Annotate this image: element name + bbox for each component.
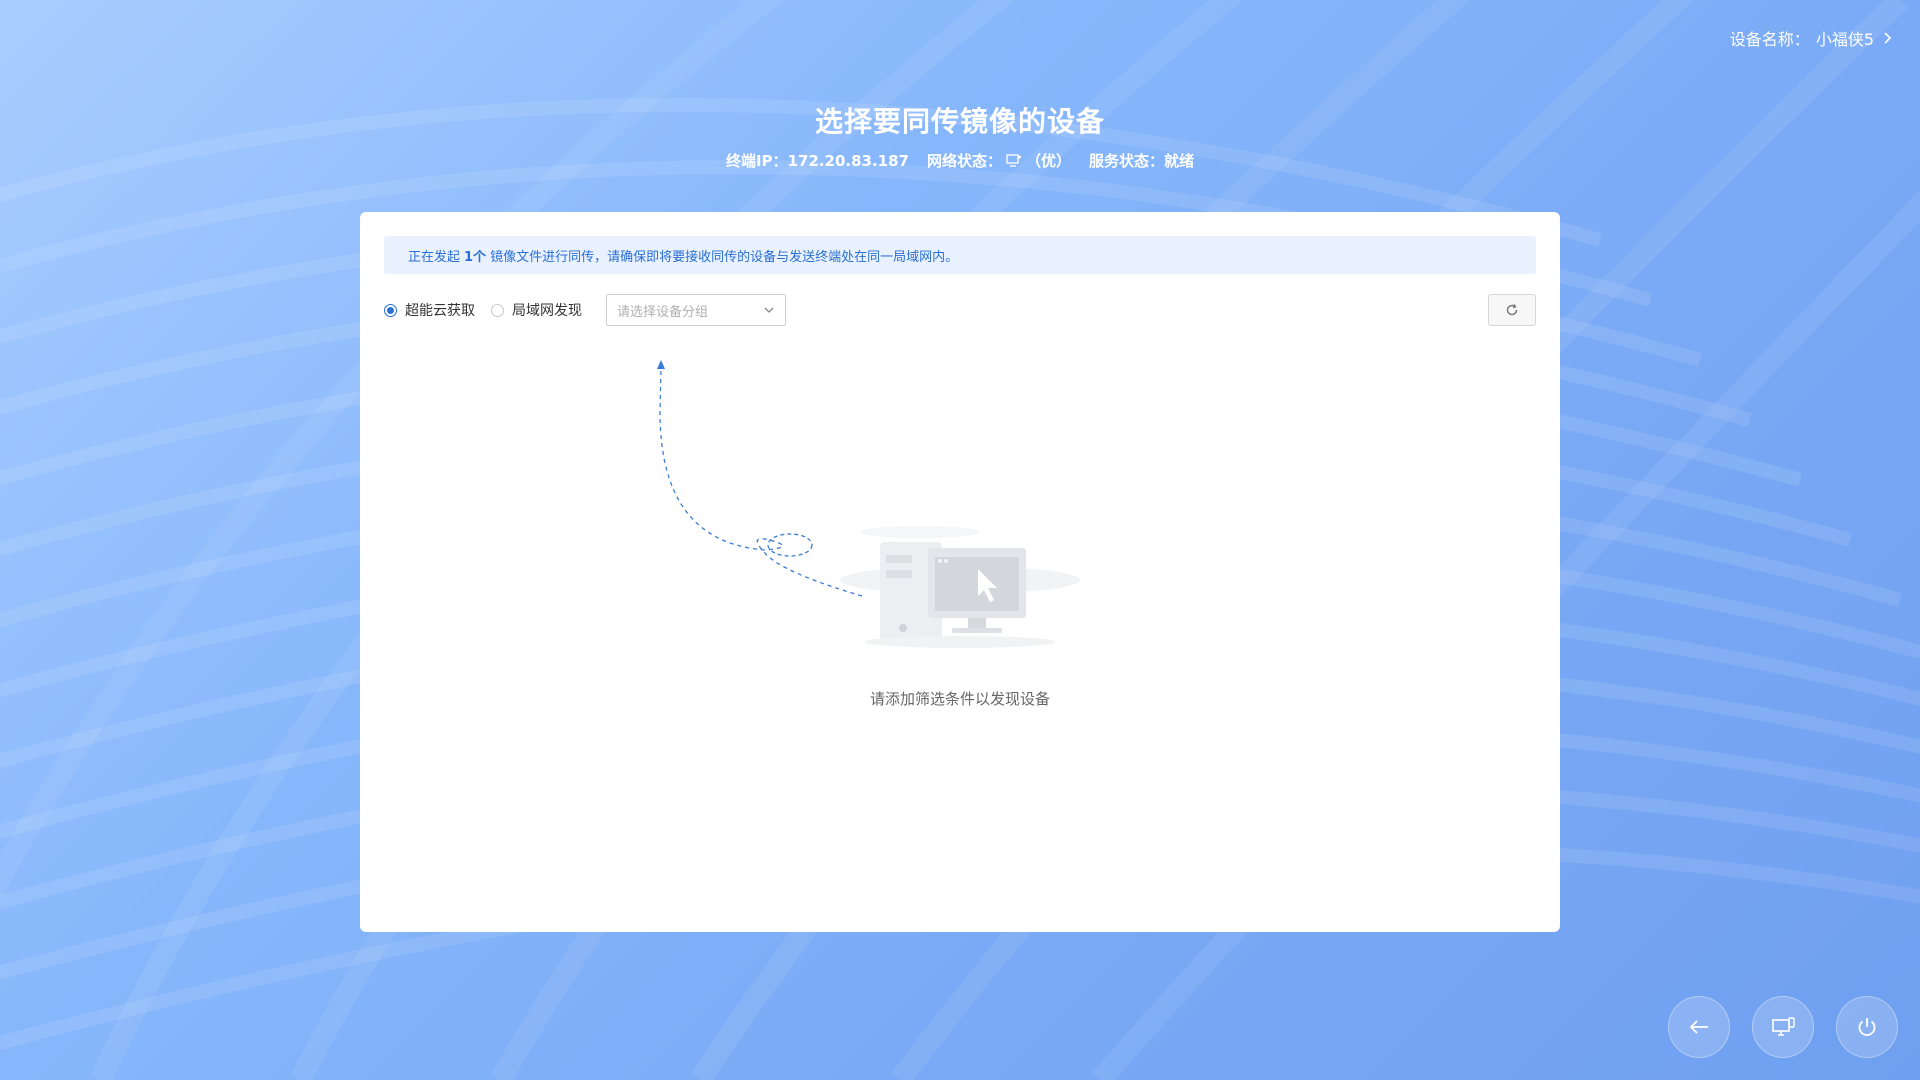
radio-label: 局域网发现 <box>512 303 582 319</box>
app-window: 设备名称： 小福侠5 选择要同传镜像的设备 终端IP：172.20.83.187… <box>0 0 1920 1080</box>
notice-suffix: 镜像文件进行同传，请确保即将要接收同传的设备与发送终端处在同一局域网内。 <box>490 249 959 265</box>
device-name-value: 小福侠5 <box>1815 30 1874 49</box>
empty-state-message: 请添加筛选条件以发现设备 <box>869 690 1050 708</box>
power-icon <box>1858 1018 1876 1036</box>
refresh-button[interactable] <box>1488 294 1536 326</box>
monitor-settings-button[interactable] <box>1752 996 1814 1058</box>
network-monitor-icon <box>1006 153 1021 167</box>
radio-dot[interactable] <box>384 303 397 317</box>
refresh-icon <box>1506 304 1518 316</box>
service-value: 就绪 <box>1164 152 1195 170</box>
device-name-link[interactable]: 设备名称： 小福侠5 <box>1730 26 1894 50</box>
radio-lan-discovery[interactable]: 局域网发现 <box>491 300 582 320</box>
status-line: 终端IP：172.20.83.187 网络状态： （优） 服务状态：就绪 <box>0 150 1920 171</box>
notice-banner: 正在发起 1个 镜像文件进行同传，请确保即将要接收同传的设备与发送终端处在同一局… <box>384 236 1536 274</box>
radio-dot[interactable] <box>491 303 504 317</box>
radio-label: 超能云获取 <box>405 303 475 319</box>
page-title: 选择要同传镜像的设备 <box>814 105 1105 138</box>
chevron-down-icon <box>764 307 774 313</box>
notice-prefix: 正在发起 <box>408 249 461 265</box>
filter-bar: 超能云获取 局域网发现 请选择设备分组 <box>384 294 786 326</box>
network-status: 网络状态： （优） <box>927 150 1071 171</box>
device-panel: 正在发起 1个 镜像文件进行同传，请确保即将要接收同传的设备与发送终端处在同一局… <box>360 212 1560 932</box>
device-group-select[interactable]: 请选择设备分组 <box>606 294 786 326</box>
monitor-settings-icon <box>1772 1017 1795 1036</box>
ip-label: 终端IP： <box>725 152 788 170</box>
arrow-left-icon <box>1689 1020 1708 1034</box>
back-button[interactable] <box>1668 996 1730 1058</box>
select-placeholder: 请选择设备分组 <box>617 304 709 320</box>
ip-value: 172.20.83.187 <box>787 152 909 170</box>
service-label: 服务状态： <box>1089 152 1165 170</box>
service-status: 服务状态：就绪 <box>1089 150 1194 171</box>
terminal-ip: 终端IP：172.20.83.187 <box>726 150 909 171</box>
network-label: 网络状态： <box>926 152 1002 170</box>
network-value: （优） <box>1026 152 1072 170</box>
chevron-right-icon <box>1884 32 1892 44</box>
radio-cloud-fetch[interactable]: 超能云获取 <box>384 300 475 320</box>
device-name-label: 设备名称： <box>1729 30 1810 49</box>
notice-count: 1个 <box>464 249 487 265</box>
power-button[interactable] <box>1836 996 1898 1058</box>
